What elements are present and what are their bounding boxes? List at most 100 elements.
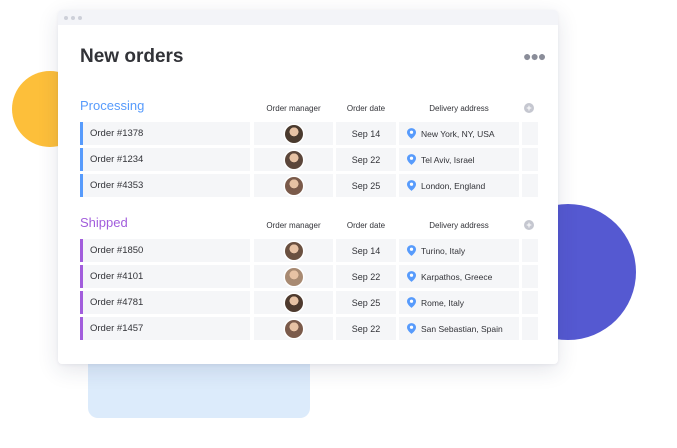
group-processing: Processing Order manager Order date Deli… (80, 98, 538, 197)
empty-cell[interactable] (522, 174, 538, 197)
delivery-address: San Sebastian, Spain (421, 323, 503, 334)
window-dot-icon (78, 15, 82, 20)
table-row[interactable]: Order #1850 Sep 14 Turino, Italy (80, 239, 538, 262)
location-pin-icon (407, 271, 416, 282)
delivery-address-cell[interactable]: Turino, Italy (399, 239, 519, 262)
delivery-address-cell[interactable]: Tel Aviv, Israel (399, 148, 519, 171)
avatar[interactable] (284, 319, 303, 338)
order-name: Order #4353 (90, 180, 144, 191)
column-header-address[interactable]: Delivery address (399, 104, 519, 113)
window-dot-icon (64, 15, 68, 20)
order-name-cell[interactable]: Order #1234 (80, 148, 250, 171)
order-name: Order #1234 (90, 154, 144, 165)
order-date-cell[interactable]: Sep 22 (336, 148, 396, 171)
empty-cell[interactable] (522, 122, 538, 145)
order-name-cell[interactable]: Order #4781 (80, 291, 250, 314)
order-date-cell[interactable]: Sep 22 (336, 265, 396, 288)
order-date-cell[interactable]: Sep 14 (336, 239, 396, 262)
group-color-bar (80, 122, 83, 145)
location-pin-icon (407, 154, 416, 165)
delivery-address: Karpathos, Greece (421, 271, 493, 282)
empty-cell[interactable] (522, 148, 538, 171)
delivery-address-cell[interactable]: London, England (399, 174, 519, 197)
table-row[interactable]: Order #1457 Sep 22 San Sebastian, Spain (80, 317, 538, 340)
group-title[interactable]: Shipped (80, 215, 128, 230)
order-date: Sep 14 (351, 128, 381, 139)
group-shipped: Shipped Order manager Order date Deliver… (80, 215, 538, 340)
table-row[interactable]: Order #4353 Sep 25 London, England (80, 174, 538, 197)
order-name-cell[interactable]: Order #1850 (80, 239, 250, 262)
order-manager-cell[interactable] (254, 148, 333, 171)
avatar[interactable] (284, 124, 303, 143)
add-column-icon[interactable]: + (524, 220, 534, 230)
group-color-bar (80, 265, 83, 288)
group-title[interactable]: Processing (80, 98, 144, 113)
order-manager-cell[interactable] (254, 317, 333, 340)
avatar[interactable] (284, 150, 303, 169)
avatar[interactable] (284, 241, 303, 260)
column-header-manager[interactable]: Order manager (254, 104, 333, 113)
order-manager-cell[interactable] (254, 239, 333, 262)
delivery-address: London, England (421, 180, 486, 191)
order-date-cell[interactable]: Sep 25 (336, 291, 396, 314)
more-horizontal-icon[interactable]: ●●● (523, 48, 546, 64)
order-name: Order #1378 (90, 128, 144, 139)
location-pin-icon (407, 297, 416, 308)
column-header-date[interactable]: Order date (336, 221, 396, 230)
location-pin-icon (407, 180, 416, 191)
order-manager-cell[interactable] (254, 265, 333, 288)
column-header-date[interactable]: Order date (336, 104, 396, 113)
order-date-cell[interactable]: Sep 25 (336, 174, 396, 197)
delivery-address: Rome, Italy (421, 297, 464, 308)
order-name: Order #4101 (90, 271, 144, 282)
order-name-cell[interactable]: Order #4101 (80, 265, 250, 288)
window-topbar (58, 10, 558, 25)
orders-board-window: New orders ●●● Processing Order manager … (58, 10, 558, 364)
order-manager-cell[interactable] (254, 291, 333, 314)
location-pin-icon (407, 323, 416, 334)
order-date-cell[interactable]: Sep 14 (336, 122, 396, 145)
delivery-address-cell[interactable]: San Sebastian, Spain (399, 317, 519, 340)
order-manager-cell[interactable] (254, 174, 333, 197)
order-date: Sep 22 (351, 271, 381, 282)
order-date-cell[interactable]: Sep 22 (336, 317, 396, 340)
avatar[interactable] (284, 267, 303, 286)
delivery-address-cell[interactable]: New York, NY, USA (399, 122, 519, 145)
add-column-icon[interactable]: + (524, 103, 534, 113)
column-header-address[interactable]: Delivery address (399, 221, 519, 230)
empty-cell[interactable] (522, 291, 538, 314)
group-color-bar (80, 239, 83, 262)
delivery-address: New York, NY, USA (421, 128, 495, 139)
order-date: Sep 22 (351, 323, 381, 334)
delivery-address: Turino, Italy (421, 245, 466, 256)
empty-cell[interactable] (522, 239, 538, 262)
location-pin-icon (407, 245, 416, 256)
order-name: Order #1457 (90, 323, 144, 334)
group-color-bar (80, 291, 83, 314)
order-name-cell[interactable]: Order #1378 (80, 122, 250, 145)
avatar[interactable] (284, 293, 303, 312)
window-dot-icon (71, 15, 75, 20)
empty-cell[interactable] (522, 317, 538, 340)
column-header-manager[interactable]: Order manager (254, 221, 333, 230)
group-rows: Order #1850 Sep 14 Turino, Italy Order #410… (80, 239, 538, 343)
delivery-address-cell[interactable]: Karpathos, Greece (399, 265, 519, 288)
table-row[interactable]: Order #4101 Sep 22 Karpathos, Greece (80, 265, 538, 288)
order-date: Sep 25 (351, 297, 381, 308)
table-row[interactable]: Order #1378 Sep 14 New York, NY, USA (80, 122, 538, 145)
group-header: Shipped Order manager Order date Deliver… (80, 215, 538, 237)
order-name-cell[interactable]: Order #1457 (80, 317, 250, 340)
order-manager-cell[interactable] (254, 122, 333, 145)
avatar[interactable] (284, 176, 303, 195)
delivery-address-cell[interactable]: Rome, Italy (399, 291, 519, 314)
location-pin-icon (407, 128, 416, 139)
table-row[interactable]: Order #1234 Sep 22 Tel Aviv, Israel (80, 148, 538, 171)
order-date: Sep 25 (351, 180, 381, 191)
order-name-cell[interactable]: Order #4353 (80, 174, 250, 197)
delivery-address: Tel Aviv, Israel (421, 154, 475, 165)
order-date: Sep 14 (351, 245, 381, 256)
group-rows: Order #1378 Sep 14 New York, NY, USA Order … (80, 122, 538, 200)
order-date: Sep 22 (351, 154, 381, 165)
table-row[interactable]: Order #4781 Sep 25 Rome, Italy (80, 291, 538, 314)
empty-cell[interactable] (522, 265, 538, 288)
